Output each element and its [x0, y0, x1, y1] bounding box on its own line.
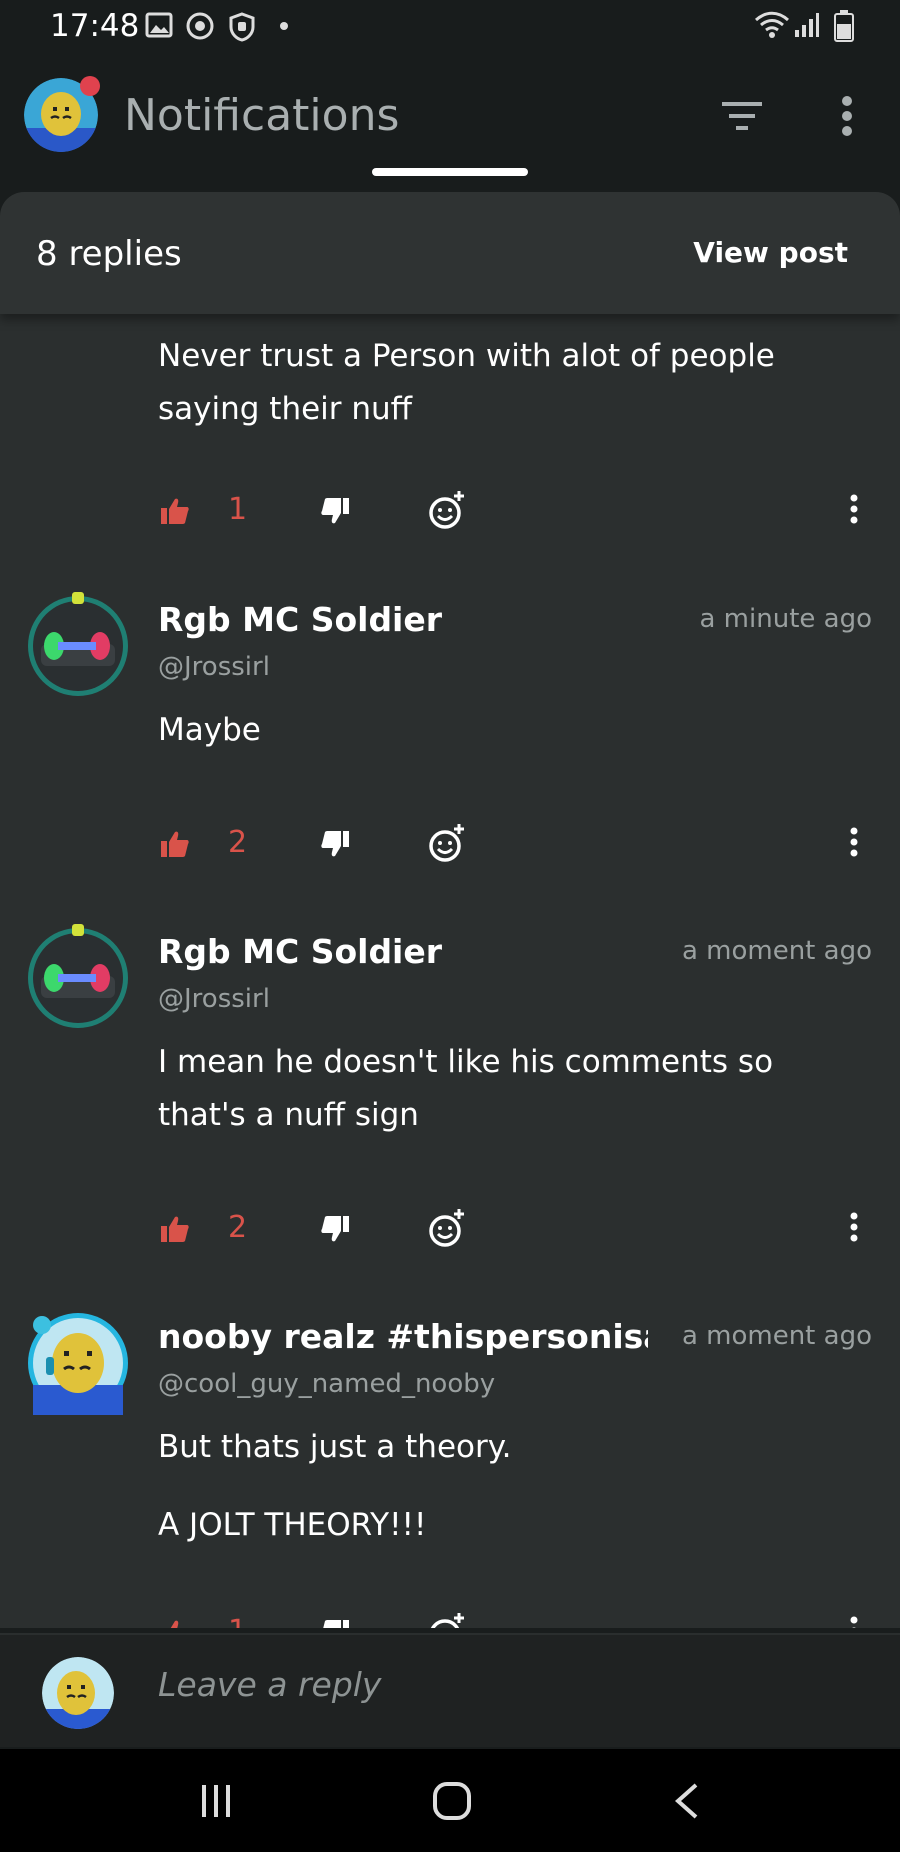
dislike-icon[interactable]	[320, 1618, 350, 1628]
add-reaction-icon[interactable]	[428, 823, 466, 867]
commenter-name[interactable]: Rgb MC Soldier	[158, 932, 442, 971]
like-icon[interactable]	[160, 1618, 190, 1628]
comment-more-icon[interactable]	[850, 1212, 858, 1246]
app-header: Notifications	[0, 56, 900, 190]
comment-actions: 1	[0, 1610, 900, 1628]
comment-timestamp: a minute ago	[699, 604, 872, 634]
commenter-handle[interactable]: @Jrossirl	[158, 652, 270, 682]
commenter-name[interactable]: Rgb MC Soldier	[158, 600, 442, 639]
like-count: 2	[228, 825, 248, 860]
replies-sheet: 8 replies View post Never trust a Person…	[0, 192, 900, 1628]
comment-timestamp: a moment ago	[681, 1321, 872, 1351]
comment-actions: 1	[0, 488, 900, 538]
home-icon[interactable]	[432, 1781, 472, 1825]
like-icon[interactable]	[160, 1214, 190, 1248]
commenter-handle[interactable]: @cool_guy_named_nooby	[158, 1369, 495, 1399]
status-time: 17:48	[50, 8, 140, 44]
dislike-icon[interactable]	[320, 829, 350, 863]
like-icon[interactable]	[160, 496, 190, 530]
commenter-avatar[interactable]	[24, 922, 132, 1030]
dot-icon	[280, 22, 288, 30]
comment-body: I mean he doesn't like his comments so t…	[158, 1044, 774, 1133]
comment-more-icon[interactable]	[850, 827, 858, 861]
chrome-icon	[186, 12, 214, 44]
status-bar: 17:48	[0, 0, 900, 56]
view-post-button[interactable]: View post	[693, 236, 848, 269]
commenter-avatar[interactable]	[24, 590, 132, 698]
commenter-name[interactable]: nooby realz #thispersonisaur	[158, 1317, 648, 1356]
reply-bar	[0, 1633, 900, 1747]
comment-body: A JOLT THEORY!!!	[158, 1507, 427, 1543]
notification-badge	[80, 76, 100, 96]
like-count: 1	[228, 492, 248, 527]
more-vert-icon[interactable]	[840, 94, 854, 142]
like-count: 2	[228, 1210, 248, 1245]
comment-body: But thats just a theory.	[158, 1429, 512, 1465]
comment-actions: 2	[0, 821, 900, 871]
recent-apps-icon[interactable]	[198, 1783, 234, 1823]
comment-more-icon[interactable]	[850, 494, 858, 528]
image-icon	[145, 12, 173, 42]
dislike-icon[interactable]	[320, 496, 350, 530]
wifi-icon	[754, 10, 790, 44]
comment-body: Never trust a Person with alot of people…	[158, 338, 775, 427]
replies-count: 8 replies	[36, 234, 182, 274]
filter-icon[interactable]	[720, 100, 764, 136]
commenter-handle[interactable]: @Jrossirl	[158, 984, 270, 1014]
add-reaction-icon[interactable]	[428, 1208, 466, 1252]
like-icon[interactable]	[160, 829, 190, 863]
page-title: Notifications	[124, 90, 400, 141]
add-reaction-icon[interactable]	[428, 490, 466, 534]
comment-actions: 2	[0, 1206, 900, 1256]
dislike-icon[interactable]	[320, 1214, 350, 1248]
my-avatar	[42, 1657, 114, 1729]
comment-body: Maybe	[158, 712, 261, 748]
sheet-drag-handle[interactable]	[372, 168, 528, 176]
shield-hand-icon	[228, 12, 256, 46]
like-count: 1	[228, 1614, 247, 1628]
reply-input[interactable]	[158, 1665, 838, 1704]
battery-icon	[834, 10, 854, 46]
comment-timestamp: a moment ago	[681, 936, 872, 966]
sheet-header: 8 replies View post	[0, 192, 900, 314]
comment-more-icon[interactable]	[850, 1616, 858, 1628]
add-reaction-icon[interactable]	[428, 1612, 466, 1628]
signal-icon	[794, 12, 820, 42]
back-icon[interactable]	[672, 1783, 702, 1823]
commenter-avatar[interactable]	[24, 1307, 132, 1415]
system-nav-bar	[0, 1749, 900, 1852]
